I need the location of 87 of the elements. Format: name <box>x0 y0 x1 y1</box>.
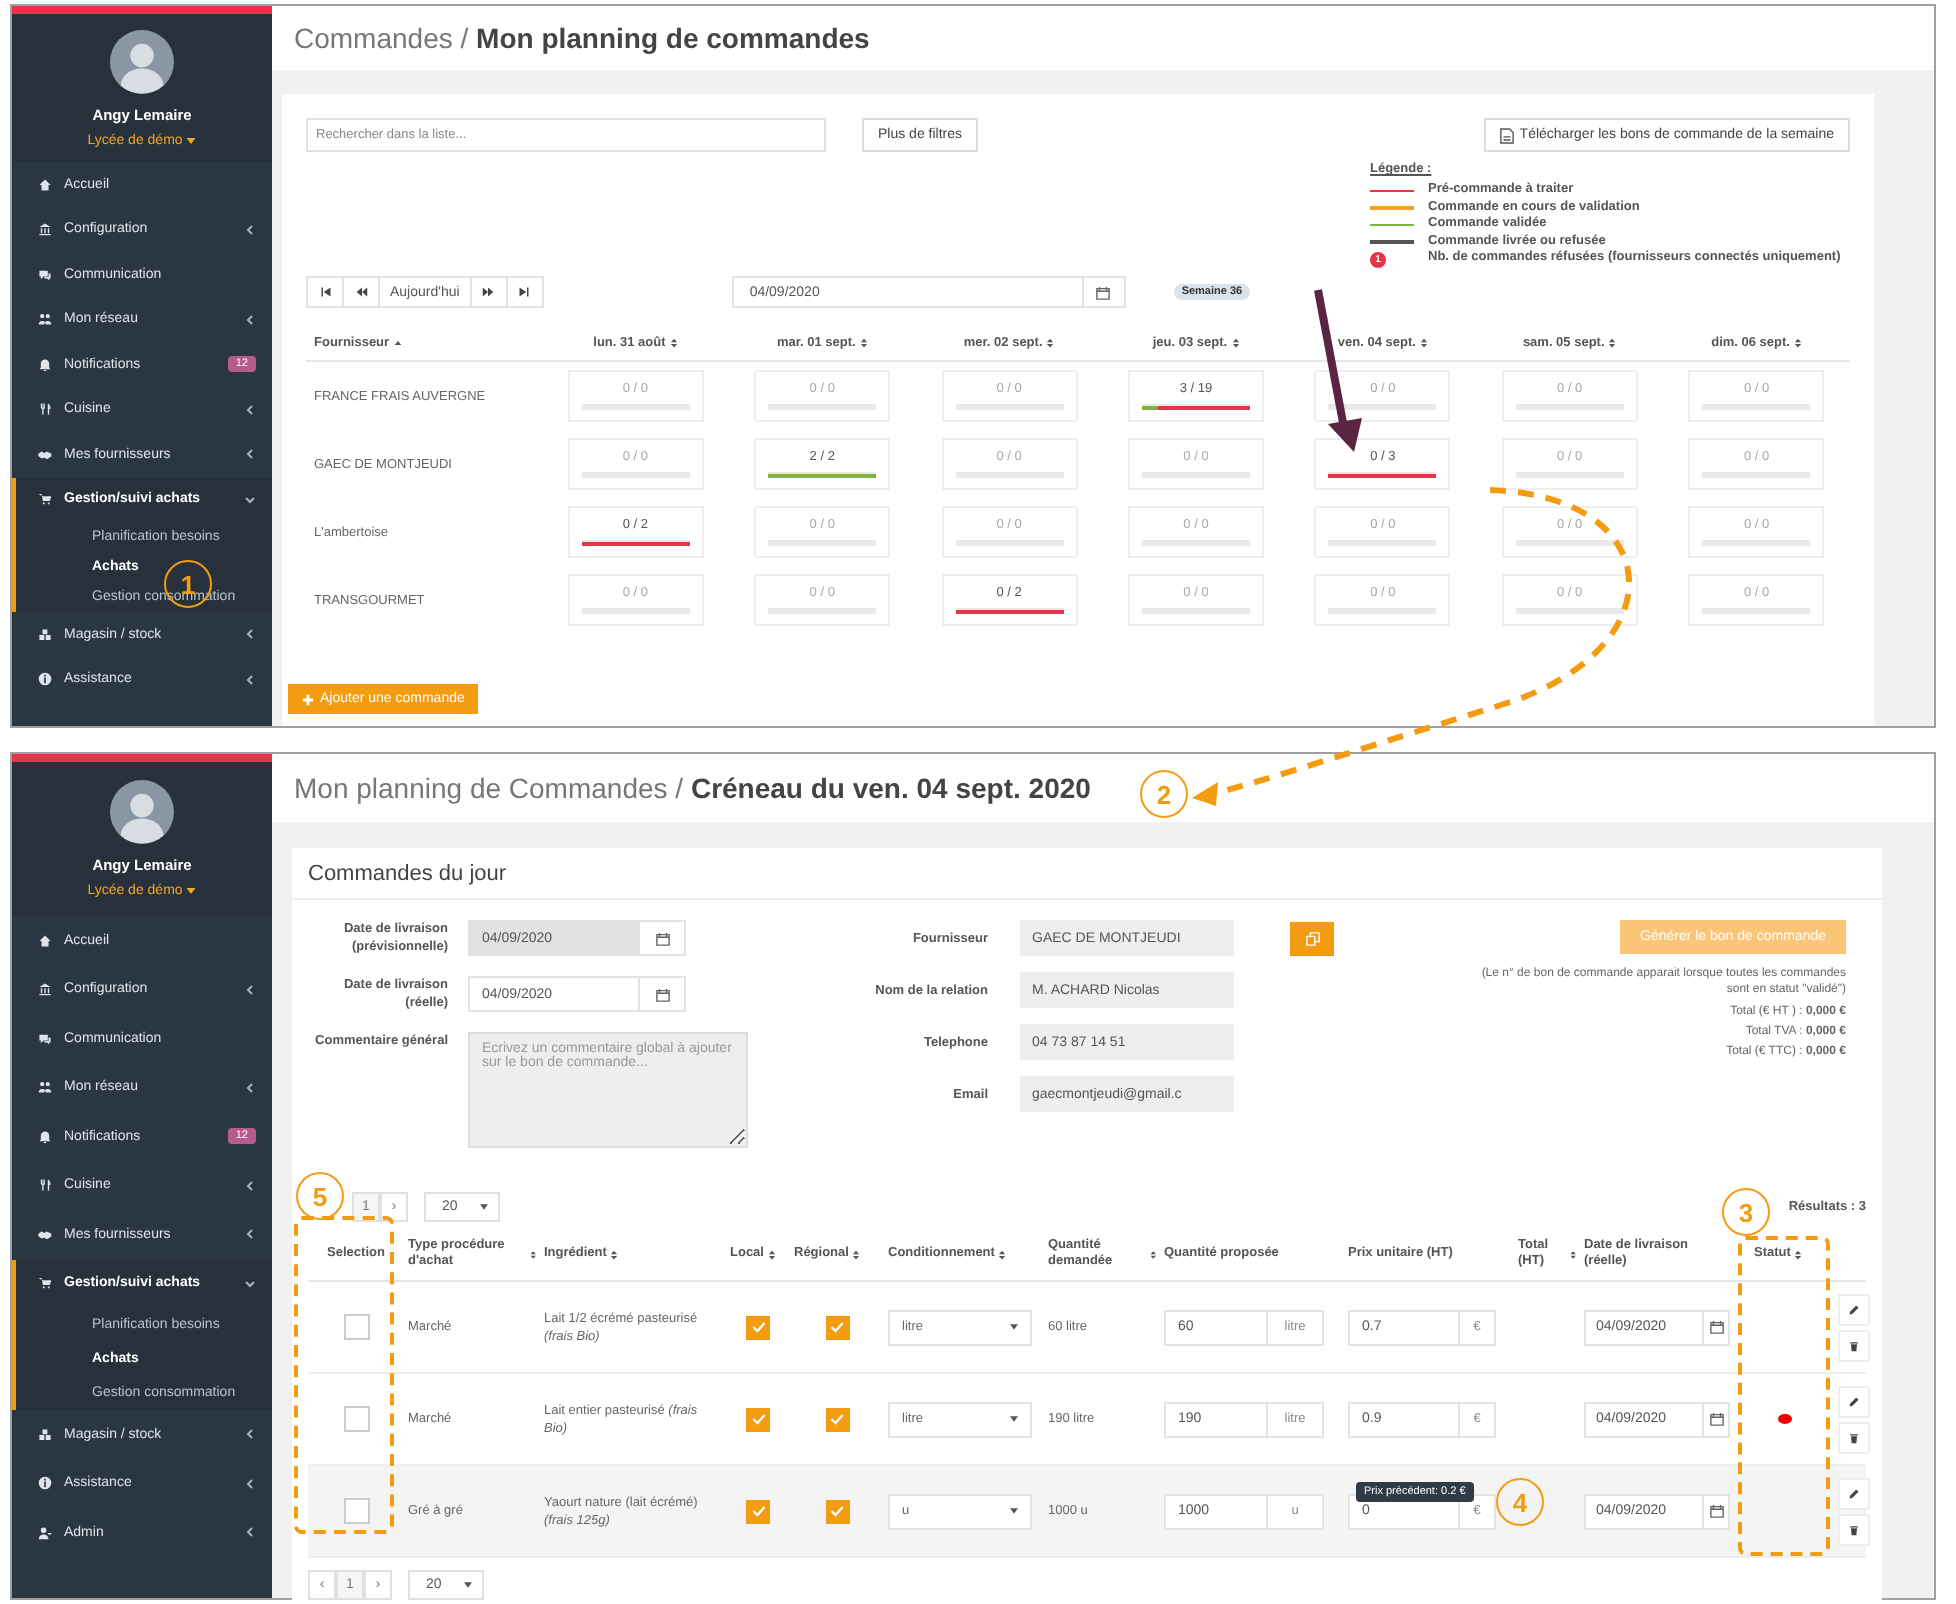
bell-icon <box>38 357 52 372</box>
first-page-button[interactable] <box>306 276 344 308</box>
handshake-icon <box>38 1227 52 1242</box>
calendar-icon <box>1096 285 1111 299</box>
info-icon <box>38 1476 52 1491</box>
calendar-icon <box>655 931 669 945</box>
document-icon <box>1499 127 1514 143</box>
checkbox[interactable] <box>343 1498 369 1524</box>
info-icon <box>38 672 52 687</box>
pencil-icon <box>1848 1303 1860 1315</box>
calendar-button[interactable] <box>638 920 686 956</box>
delete-button[interactable] <box>1838 1513 1870 1545</box>
users-icon <box>38 312 52 327</box>
caret-icon <box>480 1204 488 1210</box>
plus-icon <box>302 693 314 705</box>
caret-icon <box>1010 1508 1018 1514</box>
checkbox[interactable] <box>825 1407 849 1431</box>
checkbox[interactable] <box>746 1315 770 1339</box>
calendar-icon <box>1709 1412 1723 1426</box>
users-icon <box>38 1080 52 1095</box>
trash-icon <box>1848 1339 1860 1351</box>
check-icon <box>749 1318 767 1336</box>
calendar-icon <box>1709 1320 1723 1334</box>
checkbox[interactable] <box>343 1314 369 1340</box>
calendar-button[interactable] <box>638 976 686 1012</box>
chat-icon <box>38 267 52 282</box>
calendar-icon <box>1709 1504 1723 1518</box>
calendar-button[interactable] <box>1704 1309 1730 1345</box>
checkbox[interactable] <box>825 1315 849 1339</box>
bank-icon <box>38 982 52 997</box>
cart-icon <box>38 1276 52 1291</box>
calendar-button[interactable] <box>1081 276 1126 308</box>
cubes-icon <box>38 627 52 642</box>
home-icon <box>38 933 52 948</box>
cubes-icon <box>38 1427 52 1442</box>
skip-forward-icon <box>518 286 531 298</box>
skip-back-icon <box>319 286 331 298</box>
cart-icon <box>38 492 52 507</box>
trash-icon <box>1848 1523 1860 1535</box>
check-icon <box>828 1502 846 1520</box>
step-number: 5 <box>296 1172 344 1220</box>
page-title: Commandes / Mon planning de commandes <box>294 22 870 54</box>
edit-button[interactable] <box>1838 1385 1870 1417</box>
delete-button[interactable] <box>1838 1329 1870 1361</box>
fast-forward-icon <box>482 286 495 298</box>
step-number: 2 <box>1140 770 1188 818</box>
delete-button[interactable] <box>1838 1421 1870 1453</box>
edit-button[interactable] <box>1838 1477 1870 1509</box>
calendar-icon <box>655 987 669 1001</box>
caret-icon <box>464 1582 472 1588</box>
rewind-icon <box>355 286 367 298</box>
caret-icon <box>186 888 197 894</box>
checkbox[interactable] <box>746 1499 770 1523</box>
caret-icon <box>1010 1416 1018 1422</box>
calendar-button[interactable] <box>1704 1493 1730 1529</box>
calendar-button[interactable] <box>1704 1401 1730 1437</box>
check-icon <box>828 1410 846 1428</box>
chat-icon <box>38 1031 52 1046</box>
checkbox[interactable] <box>746 1407 770 1431</box>
check-icon <box>749 1410 767 1428</box>
checkbox[interactable] <box>825 1499 849 1523</box>
cutlery-icon <box>38 402 52 417</box>
last-page-button[interactable] <box>505 276 544 308</box>
home-icon <box>38 177 52 192</box>
checkbox[interactable] <box>343 1406 369 1432</box>
previous-button[interactable] <box>342 276 380 308</box>
edit-button[interactable] <box>1838 1293 1870 1325</box>
card-title: Commandes du jour <box>308 861 507 885</box>
avatar <box>110 30 174 94</box>
pencil-icon <box>1848 1395 1860 1407</box>
copy-icon <box>1305 931 1319 945</box>
pencil-icon <box>1848 1487 1860 1499</box>
next-button[interactable] <box>469 276 508 308</box>
bell-icon <box>38 1129 52 1144</box>
step-number: 3 <box>1722 1188 1770 1236</box>
avatar <box>110 780 174 844</box>
handshake-icon <box>38 447 52 462</box>
caret-icon <box>1010 1324 1018 1330</box>
caret-icon <box>186 138 197 144</box>
bank-icon <box>38 222 52 237</box>
step-number: 4 <box>1496 1478 1544 1526</box>
check-icon <box>828 1318 846 1336</box>
cutlery-icon <box>38 1178 52 1193</box>
page-title: Mon planning de Commandes / Créneau du ven. 04 sept. 2020 <box>294 772 1091 804</box>
user-icon <box>38 1525 52 1540</box>
check-icon <box>749 1502 767 1520</box>
trash-icon <box>1848 1431 1860 1443</box>
